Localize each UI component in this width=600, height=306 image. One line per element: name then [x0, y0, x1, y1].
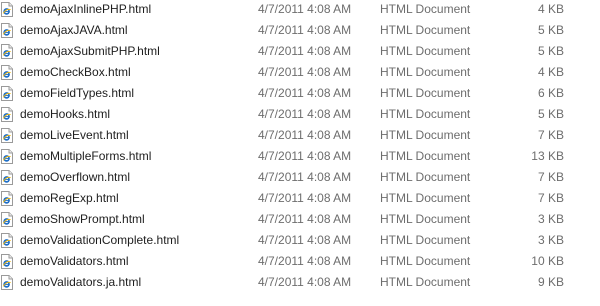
file-row[interactable]: demoHooks.html 4/7/2011 4:08 AM HTML Doc… [0, 104, 600, 125]
file-row[interactable]: demoRegExp.html 4/7/2011 4:08 AM HTML Do… [0, 188, 600, 209]
file-type: HTML Document [380, 275, 471, 289]
html-file-icon [1, 86, 13, 101]
file-name: demoMultipleForms.html [20, 149, 152, 163]
file-type: HTML Document [380, 149, 471, 163]
file-date-modified: 4/7/2011 4:08 AM [258, 275, 352, 289]
file-size: 4 KB [537, 65, 564, 79]
html-file-icon [1, 128, 13, 143]
file-row[interactable]: demoAjaxInlinePHP.html 4/7/2011 4:08 AM … [0, 0, 600, 20]
file-row[interactable]: demoValidators.html 4/7/2011 4:08 AM HTM… [0, 251, 600, 272]
file-size: 13 KB [531, 149, 564, 163]
file-row[interactable]: demoLiveEvent.html 4/7/2011 4:08 AM HTML… [0, 125, 600, 146]
file-size: 3 KB [537, 212, 564, 226]
file-name: demoOverflown.html [20, 170, 131, 184]
html-file-icon [1, 254, 13, 269]
file-type: HTML Document [380, 128, 471, 142]
file-row[interactable]: demoAjaxJAVA.html 4/7/2011 4:08 AM HTML … [0, 20, 600, 41]
html-file-icon [1, 212, 13, 227]
file-date-modified: 4/7/2011 4:08 AM [258, 86, 352, 100]
file-type: HTML Document [380, 2, 471, 16]
file-name: demoRegExp.html [20, 191, 119, 205]
html-file-icon [1, 23, 13, 38]
file-date-modified: 4/7/2011 4:08 AM [258, 233, 352, 247]
file-type: HTML Document [380, 23, 471, 37]
file-size: 5 KB [537, 23, 564, 37]
html-file-icon [1, 275, 13, 290]
file-row[interactable]: demoFieldTypes.html 4/7/2011 4:08 AM HTM… [0, 83, 600, 104]
file-type: HTML Document [380, 212, 471, 226]
file-size: 7 KB [537, 128, 564, 142]
html-file-icon [1, 149, 13, 164]
file-name: demoValidators.ja.html [20, 275, 142, 289]
file-row[interactable]: demoOverflown.html 4/7/2011 4:08 AM HTML… [0, 167, 600, 188]
file-type: HTML Document [380, 191, 471, 205]
file-date-modified: 4/7/2011 4:08 AM [258, 191, 352, 205]
file-name: demoValidators.html [20, 254, 129, 268]
file-row[interactable]: demoCheckBox.html 4/7/2011 4:08 AM HTML … [0, 62, 600, 83]
file-size: 6 KB [537, 86, 564, 100]
file-type: HTML Document [380, 170, 471, 184]
file-size: 5 KB [537, 44, 564, 58]
file-name: demoFieldTypes.html [20, 86, 135, 100]
file-type: HTML Document [380, 86, 471, 100]
file-name: demoHooks.html [20, 107, 111, 121]
file-date-modified: 4/7/2011 4:08 AM [258, 170, 352, 184]
file-row[interactable]: demoMultipleForms.html 4/7/2011 4:08 AM … [0, 146, 600, 167]
file-size: 10 KB [531, 254, 564, 268]
file-name: demoAjaxJAVA.html [20, 23, 128, 37]
file-size: 4 KB [537, 2, 564, 16]
file-name: demoShowPrompt.html [20, 212, 145, 226]
file-list: demoAjaxInlinePHP.html 4/7/2011 4:08 AM … [0, 0, 600, 306]
file-type: HTML Document [380, 233, 471, 247]
html-file-icon [1, 233, 13, 248]
file-name: demoValidationComplete.html [20, 233, 180, 247]
file-size: 7 KB [537, 191, 564, 205]
file-row[interactable]: demoValidators.ja.html 4/7/2011 4:08 AM … [0, 272, 600, 293]
file-type: HTML Document [380, 254, 471, 268]
html-file-icon [1, 65, 13, 80]
file-type: HTML Document [380, 65, 471, 79]
file-date-modified: 4/7/2011 4:08 AM [258, 254, 352, 268]
file-size: 9 KB [537, 275, 564, 289]
html-file-icon [1, 2, 13, 17]
file-row[interactable]: demoValidationComplete.html 4/7/2011 4:0… [0, 230, 600, 251]
file-row[interactable]: demoAjaxSubmitPHP.html 4/7/2011 4:08 AM … [0, 41, 600, 62]
file-name: demoAjaxSubmitPHP.html [20, 44, 160, 58]
file-date-modified: 4/7/2011 4:08 AM [258, 65, 352, 79]
file-date-modified: 4/7/2011 4:08 AM [258, 107, 352, 121]
file-name: demoLiveEvent.html [20, 128, 129, 142]
file-size: 3 KB [537, 233, 564, 247]
html-file-icon [1, 170, 13, 185]
html-file-icon [1, 44, 13, 59]
file-row[interactable]: demoShowPrompt.html 4/7/2011 4:08 AM HTM… [0, 209, 600, 230]
file-type: HTML Document [380, 44, 471, 58]
file-date-modified: 4/7/2011 4:08 AM [258, 128, 352, 142]
file-date-modified: 4/7/2011 4:08 AM [258, 44, 352, 58]
file-name: demoAjaxInlinePHP.html [20, 2, 152, 16]
file-date-modified: 4/7/2011 4:08 AM [258, 23, 352, 37]
file-size: 7 KB [537, 170, 564, 184]
file-type: HTML Document [380, 107, 471, 121]
html-file-icon [1, 191, 13, 206]
file-size: 5 KB [537, 107, 564, 121]
file-date-modified: 4/7/2011 4:08 AM [258, 212, 352, 226]
file-date-modified: 4/7/2011 4:08 AM [258, 149, 352, 163]
file-name: demoCheckBox.html [20, 65, 131, 79]
html-file-icon [1, 107, 13, 122]
file-date-modified: 4/7/2011 4:08 AM [258, 2, 352, 16]
